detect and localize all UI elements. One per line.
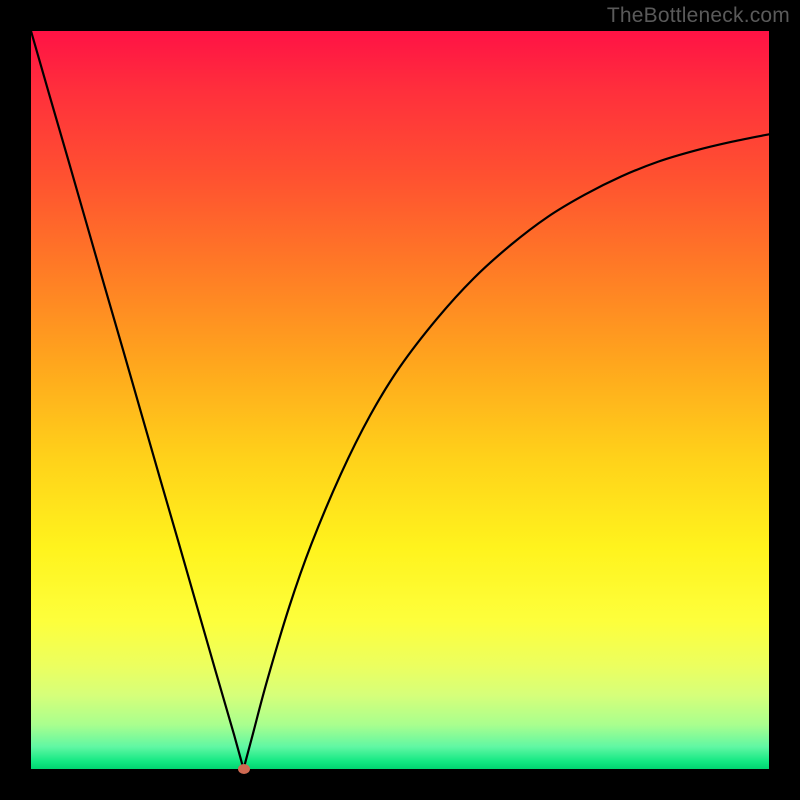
plot-area bbox=[31, 31, 769, 769]
watermark-text: TheBottleneck.com bbox=[607, 4, 790, 28]
curve-left-branch bbox=[31, 31, 244, 769]
minimum-marker bbox=[238, 764, 250, 774]
bottleneck-curve bbox=[31, 31, 769, 769]
curve-right-branch bbox=[244, 134, 769, 769]
chart-frame: TheBottleneck.com bbox=[0, 0, 800, 800]
